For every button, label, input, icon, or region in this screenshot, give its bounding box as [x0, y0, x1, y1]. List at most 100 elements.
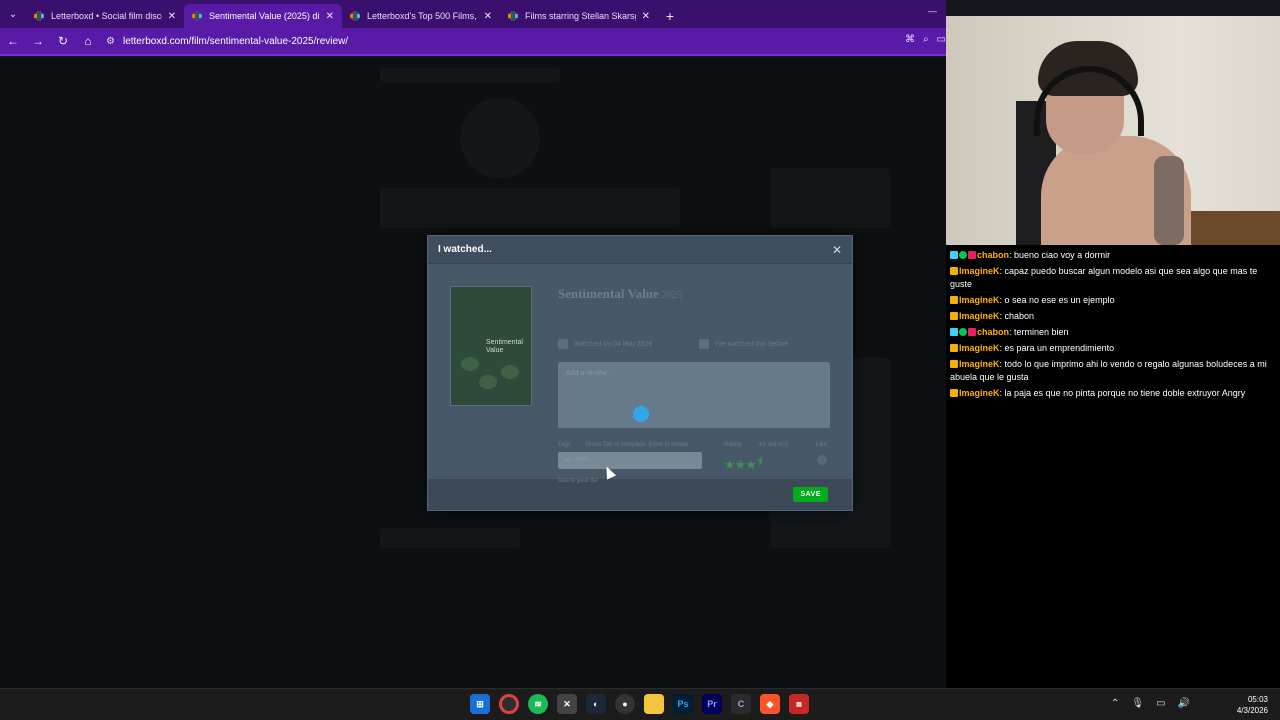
photoshop-icon[interactable]: Ps [673, 694, 693, 714]
tab-search-chevron-icon[interactable]: ⌄ [0, 0, 26, 28]
star-icon[interactable]: ★ [745, 457, 757, 472]
log-film-modal: I watched... ✕ Sentimental Value Sentime… [427, 235, 853, 511]
chat-message: chabon: terminen bien [950, 326, 1276, 339]
chat-username[interactable]: chabon [977, 250, 1009, 260]
obs-icon[interactable]: ● [615, 694, 635, 714]
chevron-up-icon[interactable]: ⌃ [1111, 698, 1119, 709]
windows-start-icon[interactable]: ⊞ [470, 694, 490, 714]
tab-top-500[interactable]: Letterboxd's Top 500 Films, a li ✕ [342, 4, 500, 28]
chat-username[interactable]: ImagineK [959, 359, 1000, 369]
letterboxd-favicon-icon [350, 11, 360, 21]
film-title: Sentimental Value 2025 [558, 286, 682, 302]
chat-text: terminen bien [1014, 327, 1069, 337]
tab-letterboxd-home[interactable]: Letterboxd • Social film discove ✕ [26, 4, 184, 28]
zoom-icon[interactable]: ⌕ [923, 34, 929, 45]
chrome-icon[interactable] [499, 694, 519, 714]
close-tab-icon[interactable]: ✕ [642, 11, 650, 22]
back-arrow-icon[interactable]: ← [1, 29, 25, 53]
chat-username[interactable]: ImagineK [959, 311, 1000, 321]
tab-stellan-skarsgard[interactable]: Films starring Stellan Skarsgård ✕ [500, 4, 658, 28]
star-icon[interactable]: ★ [724, 457, 736, 472]
checkbox-box[interactable] [699, 339, 709, 349]
chat-text: bueno ciao voy a dormir [1014, 250, 1111, 260]
review-textarea[interactable]: Add a review... [558, 362, 830, 428]
tab-title: Letterboxd • Social film discove [51, 11, 162, 21]
watched-on-date[interactable]: 04 Mar 2026 [613, 341, 652, 348]
rating-stars[interactable]: ★★★★ [724, 453, 762, 473]
chat-message: ImagineK: es para un emprendimiento [950, 342, 1276, 355]
file-explorer-icon[interactable] [644, 694, 664, 714]
mod-badge-icon[interactable] [968, 251, 976, 259]
chat-username[interactable]: chabon [977, 327, 1009, 337]
ccleaner-icon[interactable]: C [731, 694, 751, 714]
chat-username[interactable]: ImagineK [959, 266, 1000, 276]
chat-username[interactable]: ImagineK [959, 343, 1000, 353]
new-tab-plus-icon[interactable]: + [658, 4, 682, 28]
loading-spinner-icon [633, 406, 649, 422]
checkbox-box[interactable] [558, 339, 568, 349]
close-tab-icon[interactable]: ✕ [484, 11, 492, 22]
save-button[interactable]: SAVE [793, 487, 828, 502]
chat-message: chabon: bueno ciao voy a dormir [950, 249, 1276, 262]
crown-badge-icon[interactable] [950, 389, 958, 397]
letterboxd-favicon-icon [34, 11, 44, 21]
rewatch-checkbox[interactable]: I've watched this before [699, 339, 788, 349]
check-badge-icon[interactable] [959, 251, 967, 259]
browser-toolbar: ← → ↻ ⌂ ⚙ letterboxd.com/film/sentimenta… [0, 28, 946, 56]
crown-badge-icon[interactable] [950, 312, 958, 320]
translate-icon[interactable]: ⌘ [905, 34, 915, 45]
like-label: Like [816, 442, 828, 448]
tab-title: Sentimental Value (2025) direct [209, 11, 320, 21]
like-heart-icon[interactable] [817, 455, 827, 465]
volume-icon[interactable]: 🔊 [1178, 698, 1190, 709]
half-star-icon[interactable]: ★ [756, 453, 762, 469]
star-icon[interactable]: ★ [735, 457, 747, 472]
minimize-icon[interactable]: — [928, 6, 937, 16]
close-tab-icon[interactable]: ✕ [168, 11, 176, 22]
spotify-icon[interactable]: ≋ [528, 694, 548, 714]
chat-message: ImagineK: todo lo que imprimo ahi lo ven… [950, 358, 1276, 384]
chat-username[interactable]: ImagineK [959, 295, 1000, 305]
chat-text: es para un emprendimiento [1004, 343, 1115, 353]
crown-badge-icon[interactable] [950, 344, 958, 352]
cast-icon[interactable]: ▭ [937, 34, 946, 45]
xbox-icon[interactable]: ✕ [557, 694, 577, 714]
home-icon[interactable]: ⌂ [76, 29, 100, 53]
close-icon[interactable]: ✕ [832, 243, 842, 257]
rating-label: Rating [724, 442, 742, 448]
chat-message: ImagineK: capaz puedo buscar algun model… [950, 265, 1276, 291]
tags-input[interactable]: eg. netflix [558, 452, 702, 469]
reload-icon[interactable]: ↻ [51, 29, 75, 53]
watched-on-checkbox[interactable]: Watched on 04 Mar 2026 [558, 339, 652, 349]
crown-badge-icon[interactable] [950, 296, 958, 304]
site-info-icon[interactable]: ⚙ [106, 36, 115, 47]
mod-badge-icon[interactable] [968, 328, 976, 336]
rating-value: 3.5 out of 5 [758, 442, 789, 448]
crown-badge-icon[interactable] [950, 360, 958, 368]
crown-badge-icon[interactable] [950, 267, 958, 275]
close-tab-icon[interactable]: ✕ [326, 11, 334, 22]
chat-message: ImagineK: la paja es que no pinta porque… [950, 387, 1276, 400]
check-badge-icon[interactable] [959, 328, 967, 336]
brave-icon[interactable]: ◆ [760, 694, 780, 714]
modal-header: I watched... ✕ [428, 236, 852, 264]
chat-username[interactable]: ImagineK [959, 388, 1000, 398]
microphone-icon[interactable]: 🎙 [1131, 698, 1144, 709]
url-text: letterboxd.com/film/sentimental-value-20… [122, 35, 349, 47]
address-bar[interactable]: ⚙ letterboxd.com/film/sentimental-value-… [106, 36, 348, 47]
premiere-icon[interactable]: Pr [702, 694, 722, 714]
chat-text: o sea no ese es un ejemplo [1004, 295, 1115, 305]
system-clock[interactable]: 05:03 4/3/2026 [1237, 694, 1268, 716]
stream-chat: chabon: bueno ciao voy a dormir ImagineK:… [946, 245, 1280, 690]
sword-badge-icon[interactable] [950, 251, 958, 259]
extra-option-label[interactable]: Add to your list [558, 478, 598, 484]
forward-arrow-icon[interactable]: → [26, 29, 50, 53]
tab-sentimental-value[interactable]: Sentimental Value (2025) direct ✕ [184, 4, 342, 28]
steam-icon[interactable]: ◐ [586, 694, 606, 714]
modal-body: Sentimental Value Sentimental Value 2025 … [428, 264, 852, 484]
sword-badge-icon[interactable] [950, 328, 958, 336]
display-icon[interactable]: ▭ [1156, 698, 1165, 709]
letterboxd-favicon-icon [192, 11, 202, 21]
watched-on-label: Watched on [574, 340, 612, 348]
lottie-icon[interactable]: ▤ [789, 694, 809, 714]
